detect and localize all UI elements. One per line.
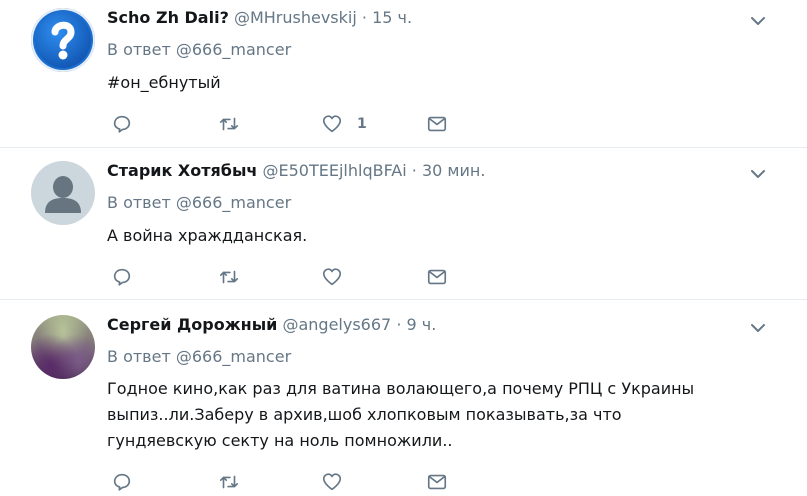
heart-icon xyxy=(322,268,342,286)
reply-prefix: В ответ xyxy=(107,193,171,212)
like-button[interactable] xyxy=(321,470,357,494)
reply-icon xyxy=(113,268,131,286)
timestamp[interactable]: 15 ч. xyxy=(372,8,412,27)
tweet-item[interactable]: Scho Zh Dali? @MHrushevskij · 15 ч. В от… xyxy=(0,0,807,148)
direct-message-button[interactable] xyxy=(426,470,448,494)
separator-dot: · xyxy=(411,161,417,180)
chevron-down-icon[interactable] xyxy=(749,319,767,337)
separator-dot: · xyxy=(361,8,367,27)
avatar[interactable] xyxy=(31,161,95,225)
retweet-button[interactable] xyxy=(218,112,240,136)
author-name[interactable]: Сергей Дорожный xyxy=(107,315,277,334)
tweet-item[interactable]: Сергей Дорожный @angelys667 · 9 ч. В отв… xyxy=(0,300,807,496)
reply-prefix: В ответ xyxy=(107,40,171,59)
separator-dot: · xyxy=(396,315,402,334)
envelope-icon xyxy=(427,474,447,490)
avatar[interactable] xyxy=(31,8,95,72)
tweet-text: А война храждданская. xyxy=(107,226,308,245)
timestamp[interactable]: 30 мин. xyxy=(422,161,485,180)
default-profile-icon xyxy=(45,176,81,213)
chevron-down-icon[interactable] xyxy=(749,165,767,183)
reply-icon xyxy=(113,115,131,133)
tweet-header: Scho Zh Dali? @MHrushevskij · 15 ч. xyxy=(107,8,412,32)
author-name[interactable]: Scho Zh Dali? xyxy=(107,8,229,27)
reply-prefix: В ответ xyxy=(107,347,171,366)
retweet-button[interactable] xyxy=(218,470,240,494)
envelope-icon xyxy=(427,269,447,285)
direct-message-button[interactable] xyxy=(426,265,448,289)
reply-context: В ответ @666_mancer xyxy=(107,347,291,366)
retweet-icon xyxy=(219,270,239,284)
retweet-icon xyxy=(219,475,239,489)
reply-to-link[interactable]: @666_mancer xyxy=(176,347,291,366)
reply-to-link[interactable]: @666_mancer xyxy=(176,40,291,59)
reply-context: В ответ @666_mancer xyxy=(107,193,291,212)
author-handle[interactable]: @E50TEEjlhlqBFAi xyxy=(263,161,407,180)
chevron-down-icon[interactable] xyxy=(749,12,767,30)
tweet-actions xyxy=(107,470,527,494)
author-handle[interactable]: @MHrushevskij xyxy=(234,8,357,27)
tweet-header: Старик Хотябыч @E50TEEjlhlqBFAi · 30 мин… xyxy=(107,161,485,185)
tweet-text: Годное кино,как раз для ватина волающего… xyxy=(107,379,695,450)
heart-icon xyxy=(322,473,342,491)
tweet-text: #он_ебнутый xyxy=(107,73,221,92)
like-count: 1 xyxy=(357,116,367,132)
reply-to-link[interactable]: @666_mancer xyxy=(176,193,291,212)
author-name[interactable]: Старик Хотябыч xyxy=(107,161,257,180)
retweet-button[interactable] xyxy=(218,265,240,289)
reply-icon xyxy=(113,473,131,491)
retweet-icon xyxy=(219,117,239,131)
envelope-icon xyxy=(427,116,447,132)
question-mark-icon xyxy=(51,21,75,60)
reply-button[interactable] xyxy=(111,265,133,289)
reply-context: В ответ @666_mancer xyxy=(107,40,291,59)
avatar[interactable] xyxy=(31,315,95,379)
tweet-header: Сергей Дорожный @angelys667 · 9 ч. xyxy=(107,315,436,339)
timestamp[interactable]: 9 ч. xyxy=(407,315,437,334)
reply-button[interactable] xyxy=(111,112,133,136)
reply-button[interactable] xyxy=(111,470,133,494)
tweet-actions: 1 xyxy=(107,112,527,136)
like-button[interactable]: 1 xyxy=(321,112,367,136)
like-button[interactable] xyxy=(321,265,357,289)
tweet-actions xyxy=(107,265,527,289)
tweet-item[interactable]: Старик Хотябыч @E50TEEjlhlqBFAi · 30 мин… xyxy=(0,148,807,300)
direct-message-button[interactable] xyxy=(426,112,448,136)
heart-icon xyxy=(322,115,342,133)
author-handle[interactable]: @angelys667 xyxy=(282,315,391,334)
